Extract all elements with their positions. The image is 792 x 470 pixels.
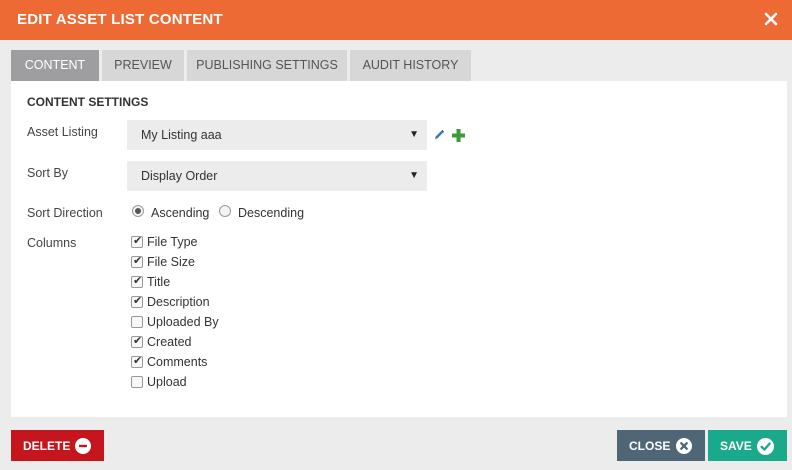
tab-content[interactable]: CONTENT — [11, 50, 99, 81]
content-panel: CONTENT SETTINGS Asset Listing My Listin… — [11, 81, 787, 417]
comments-checkbox[interactable]: ✔ — [131, 355, 143, 368]
check-icon: ✔ — [133, 355, 143, 367]
descending-label: Descending — [238, 206, 305, 220]
columns-label: Columns — [27, 236, 77, 250]
sort-by-label: Sort By — [27, 166, 68, 180]
ascending-radio[interactable] — [132, 205, 144, 217]
save-button-label: SAVE — [720, 439, 752, 453]
sort-direction-label: Sort Direction — [27, 206, 103, 220]
save-button[interactable]: SAVE — [708, 430, 787, 461]
check-icon: ✔ — [133, 335, 143, 347]
upload-checkbox[interactable] — [131, 376, 143, 388]
uploaded-by-label: Uploaded By — [147, 315, 219, 329]
descending-radio[interactable] — [219, 205, 231, 217]
minus-circle-icon — [75, 438, 91, 454]
upload-label: Upload — [147, 375, 187, 389]
uploaded-by-checkbox[interactable] — [131, 316, 143, 328]
asset-listing-label: Asset Listing — [27, 125, 98, 139]
file-type-label: File Type — [147, 235, 198, 249]
plus-icon[interactable] — [452, 129, 465, 142]
tab-publishing-settings[interactable]: PUBLISHING SETTINGS — [187, 50, 347, 81]
file-type-checkbox[interactable]: ✔ — [131, 235, 143, 248]
delete-button-label: DELETE — [23, 439, 71, 453]
asset-listing-value: My Listing aaa — [141, 128, 222, 142]
close-button[interactable]: CLOSE — [617, 430, 705, 461]
dialog-title: EDIT ASSET LIST CONTENT — [17, 11, 223, 28]
ascending-label: Ascending — [151, 206, 210, 220]
pencil-icon[interactable] — [433, 129, 445, 141]
created-label: Created — [147, 335, 192, 349]
check-icon: ✔ — [133, 295, 143, 307]
sort-by-value: Display Order — [141, 169, 218, 183]
x-circle-icon — [676, 438, 692, 454]
chevron-down-icon: ▼ — [409, 129, 419, 140]
dialog-header: EDIT ASSET LIST CONTENT — [0, 0, 792, 40]
delete-button[interactable]: DELETE — [11, 430, 104, 461]
description-checkbox[interactable]: ✔ — [131, 295, 143, 308]
file-size-label: File Size — [147, 255, 195, 269]
description-label: Description — [147, 295, 210, 309]
tab-preview[interactable]: PREVIEW — [102, 50, 184, 81]
check-icon: ✔ — [133, 275, 143, 287]
check-icon: ✔ — [133, 255, 143, 267]
created-checkbox[interactable]: ✔ — [131, 335, 143, 348]
close-x-icon[interactable] — [763, 11, 779, 27]
asset-listing-select[interactable]: My Listing aaa ▼ — [127, 120, 427, 150]
close-button-label: CLOSE — [629, 439, 671, 453]
tab-audit-history[interactable]: AUDIT HISTORY — [350, 50, 471, 81]
chevron-down-icon: ▼ — [409, 170, 419, 181]
title-label: Title — [147, 275, 171, 289]
sort-by-select[interactable]: Display Order ▼ — [127, 161, 427, 191]
comments-label: Comments — [147, 355, 208, 369]
title-checkbox[interactable]: ✔ — [131, 275, 143, 288]
check-circle-icon — [757, 438, 774, 455]
section-title: CONTENT SETTINGS — [27, 95, 149, 109]
check-icon: ✔ — [133, 235, 143, 247]
file-size-checkbox[interactable]: ✔ — [131, 255, 143, 268]
